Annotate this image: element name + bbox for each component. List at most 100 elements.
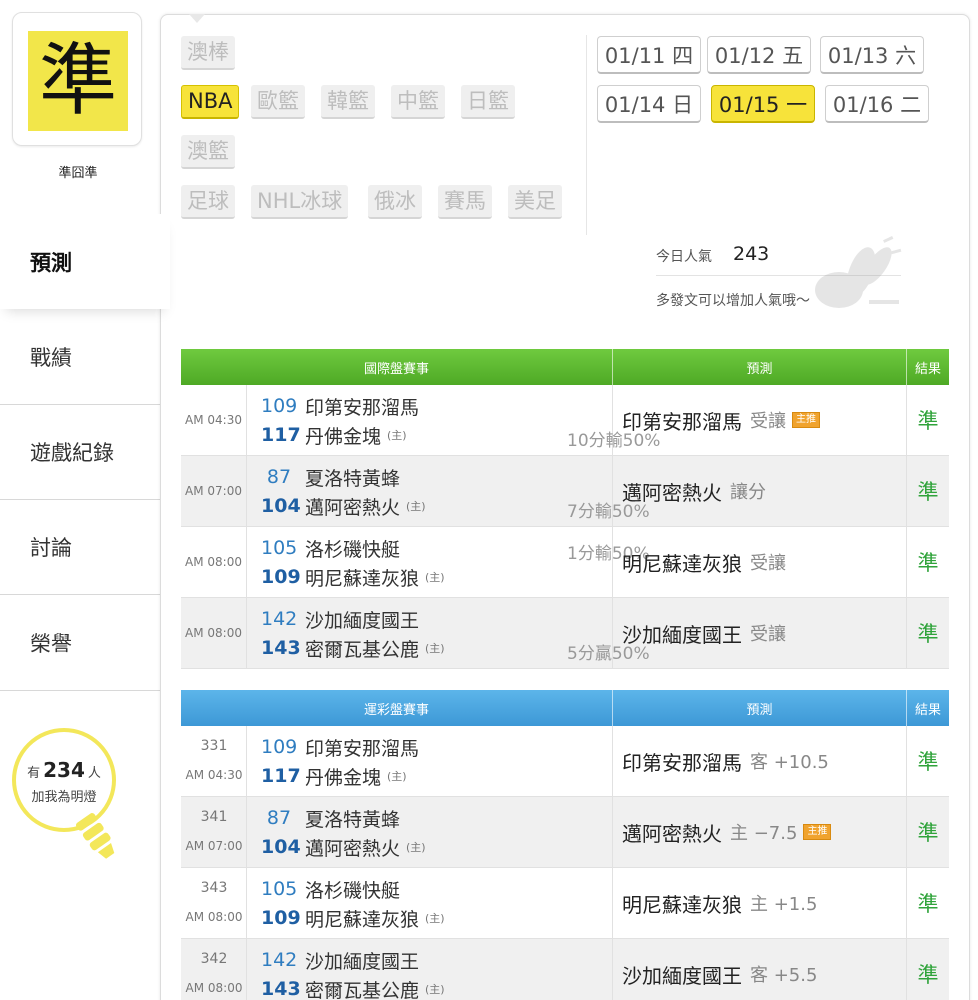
game-number: 341 <box>200 809 228 825</box>
team-name: 邁阿密熱火 <box>305 496 401 519</box>
prediction-line: 主 −7.5 <box>730 823 798 844</box>
featured-pick-badge: 主推 <box>792 412 820 428</box>
date-button-0111[interactable]: 01/11 四 <box>597 36 701 74</box>
sport-chip-japan-basketball[interactable]: 日籃 <box>461 85 515 119</box>
home-marker: (主) <box>425 642 445 655</box>
table-row[interactable]: 342 AM 08:00 142 沙加緬度國王 143 密爾瓦基公鹿 (主) 沙加緬度… <box>181 939 949 1000</box>
home-team[interactable]: 117 丹佛金塊 (主) <box>261 421 407 449</box>
avatar-card[interactable]: 準 <box>12 12 142 146</box>
predicted-team: 邁阿密熱火 <box>622 821 722 846</box>
date-button-0116[interactable]: 01/16 二 <box>825 85 929 123</box>
result-badge: 準 <box>917 821 939 845</box>
date-button-0114[interactable]: 01/14 日 <box>597 85 701 123</box>
result-badge: 準 <box>917 622 939 646</box>
popularity-value: 243 <box>733 243 770 265</box>
away-team[interactable]: 87 夏洛特黃蜂 <box>261 804 400 832</box>
result-badge: 準 <box>917 480 939 504</box>
prediction: 沙加緬度國王客 +5.5 <box>613 939 907 1000</box>
sport-chip-aus-baseball[interactable]: 澳棒 <box>181 36 235 70</box>
home-team[interactable]: 143 密爾瓦基公鹿 (主) <box>261 975 445 1000</box>
home-team[interactable]: 117 丹佛金塊 (主) <box>261 762 407 790</box>
sport-chip-nba[interactable]: NBA <box>181 85 240 119</box>
date-button-0112[interactable]: 01/12 五 <box>707 36 811 74</box>
follow-label: 加我為明燈 <box>31 790 97 805</box>
fans-prefix: 有 <box>27 766 41 781</box>
result-badge: 準 <box>917 892 939 916</box>
nav-item-discussion[interactable]: 討論 <box>0 500 160 595</box>
table-row[interactable]: 343 AM 08:00 105 洛杉磯快艇 109 明尼蘇達灰狼 (主) 明尼蘇達灰… <box>181 868 949 939</box>
home-team[interactable]: 109 明尼蘇達灰狼 (主) <box>261 904 445 932</box>
sport-chip-nhl[interactable]: NHL冰球 <box>251 185 349 219</box>
nav-item-record[interactable]: 戰績 <box>0 310 160 405</box>
sport-chip-soccer[interactable]: 足球 <box>181 185 235 219</box>
intl-table-header: 國際盤賽事 預測 結果 <box>181 349 949 385</box>
table-row[interactable]: AM 07:00 87 夏洛特黃蜂 104 邁阿密熱火 (主) 7分輸50% 邁阿密熱… <box>181 456 949 527</box>
sport-chip-aus-basketball[interactable]: 澳籃 <box>181 135 235 169</box>
away-team[interactable]: 105 洛杉磯快艇 <box>261 875 400 903</box>
username[interactable]: 準囧準 <box>0 162 156 181</box>
away-team[interactable]: 109 印第安那溜馬 <box>261 392 419 420</box>
fans-count: 234 <box>43 758 85 782</box>
date-button-0115[interactable]: 01/15 一 <box>711 85 815 123</box>
sport-chip-china-basketball[interactable]: 中籃 <box>391 85 445 119</box>
home-team[interactable]: 104 邁阿密熱火 (主) <box>261 492 426 520</box>
table-row[interactable]: 341 AM 07:00 87 夏洛特黃蜂 104 邁阿密熱火 (主) 邁阿密熱火主 … <box>181 797 949 868</box>
away-team[interactable]: 109 印第安那溜馬 <box>261 733 419 761</box>
tab-notch <box>189 14 205 23</box>
result-badge: 準 <box>917 409 939 433</box>
app: 準 準囧準 預測 戰績 遊戲紀錄 討論 榮譽 有 234 人 加我為明燈 澳棒 NB… <box>0 0 978 1000</box>
avatar[interactable]: 準 <box>28 31 128 131</box>
team-number: 143 <box>261 637 301 659</box>
predicted-team: 沙加緬度國王 <box>622 622 742 647</box>
game-time: AM 07:00 <box>185 839 243 853</box>
header-game: 運彩盤賽事 <box>181 690 613 726</box>
team-name: 丹佛金塊 <box>305 425 382 448</box>
game-time: AM 07:00 <box>181 456 247 526</box>
prediction-type: 讓分 <box>730 482 766 503</box>
home-team[interactable]: 104 邁阿密熱火 (主) <box>261 833 426 861</box>
predicted-team: 印第安那溜馬 <box>622 750 742 775</box>
prediction-line: 客 +10.5 <box>750 752 829 773</box>
predicted-team: 明尼蘇達灰狼 <box>622 551 742 576</box>
game-number: 342 <box>200 951 228 967</box>
team-number: 109 <box>261 395 298 417</box>
prediction: 明尼蘇達灰狼 受讓 <box>613 527 907 597</box>
table-row[interactable]: AM 08:00 142 沙加緬度國王 143 密爾瓦基公鹿 (主) 5分贏50% 沙… <box>181 598 949 669</box>
team-number: 87 <box>266 807 292 829</box>
game-time: AM 08:00 <box>185 981 243 995</box>
mascot-watermark-icon <box>815 235 902 308</box>
team-name: 夏洛特黃蜂 <box>305 808 401 831</box>
table-row[interactable]: AM 04:30 109 印第安那溜馬 117 丹佛金塊 (主) 10分輸50% 印第… <box>181 385 949 456</box>
team-number: 105 <box>261 878 298 900</box>
nav-item-honors[interactable]: 榮譽 <box>0 596 160 691</box>
date-button-0113[interactable]: 01/13 六 <box>820 36 924 74</box>
sport-chip-horse-racing[interactable]: 賽馬 <box>438 185 492 219</box>
table-row[interactable]: 331 AM 04:30 109 印第安那溜馬 117 丹佛金塊 (主) 印第安那溜馬… <box>181 726 949 797</box>
away-team[interactable]: 87 夏洛特黃蜂 <box>261 463 400 491</box>
team-number: 104 <box>261 836 301 858</box>
team-name: 洛杉磯快艇 <box>305 879 401 902</box>
result-badge: 準 <box>917 750 939 774</box>
header-result: 結果 <box>914 702 941 718</box>
intl-odds-table: 國際盤賽事 預測 結果 AM 04:30 109 印第安那溜馬 117 丹佛金塊 (主… <box>181 349 949 669</box>
team-name: 明尼蘇達灰狼 <box>305 567 420 590</box>
away-team[interactable]: 142 沙加緬度國王 <box>261 946 419 974</box>
sport-chip-euro-basketball[interactable]: 歐籃 <box>251 85 305 119</box>
home-team[interactable]: 109 明尼蘇達灰狼 (主) <box>261 563 445 591</box>
sport-chip-russia-hockey[interactable]: 俄冰 <box>368 185 422 219</box>
nav-item-game-history[interactable]: 遊戲紀錄 <box>0 405 160 500</box>
result-badge: 準 <box>917 551 939 575</box>
featured-pick-badge: 主推 <box>803 824 832 840</box>
team-name: 邁阿密熱火 <box>305 837 401 860</box>
team-name: 明尼蘇達灰狼 <box>305 908 420 931</box>
sport-chip-korea-basketball[interactable]: 韓籃 <box>321 85 375 119</box>
nav-item-predict[interactable]: 預測 <box>0 214 170 309</box>
prediction: 邁阿密熱火主 −7.5 主推 <box>613 797 907 867</box>
away-team[interactable]: 142 沙加緬度國王 <box>261 605 419 633</box>
team-number: 109 <box>261 907 301 929</box>
table-row[interactable]: AM 08:00 105 洛杉磯快艇 109 明尼蘇達灰狼 (主) 1分輸50% 明尼… <box>181 527 949 598</box>
home-team[interactable]: 143 密爾瓦基公鹿 (主) <box>261 634 445 662</box>
away-team[interactable]: 105 洛杉磯快艇 <box>261 534 400 562</box>
sport-chip-american-football[interactable]: 美足 <box>508 185 562 219</box>
prediction: 明尼蘇達灰狼主 +1.5 <box>613 868 907 938</box>
